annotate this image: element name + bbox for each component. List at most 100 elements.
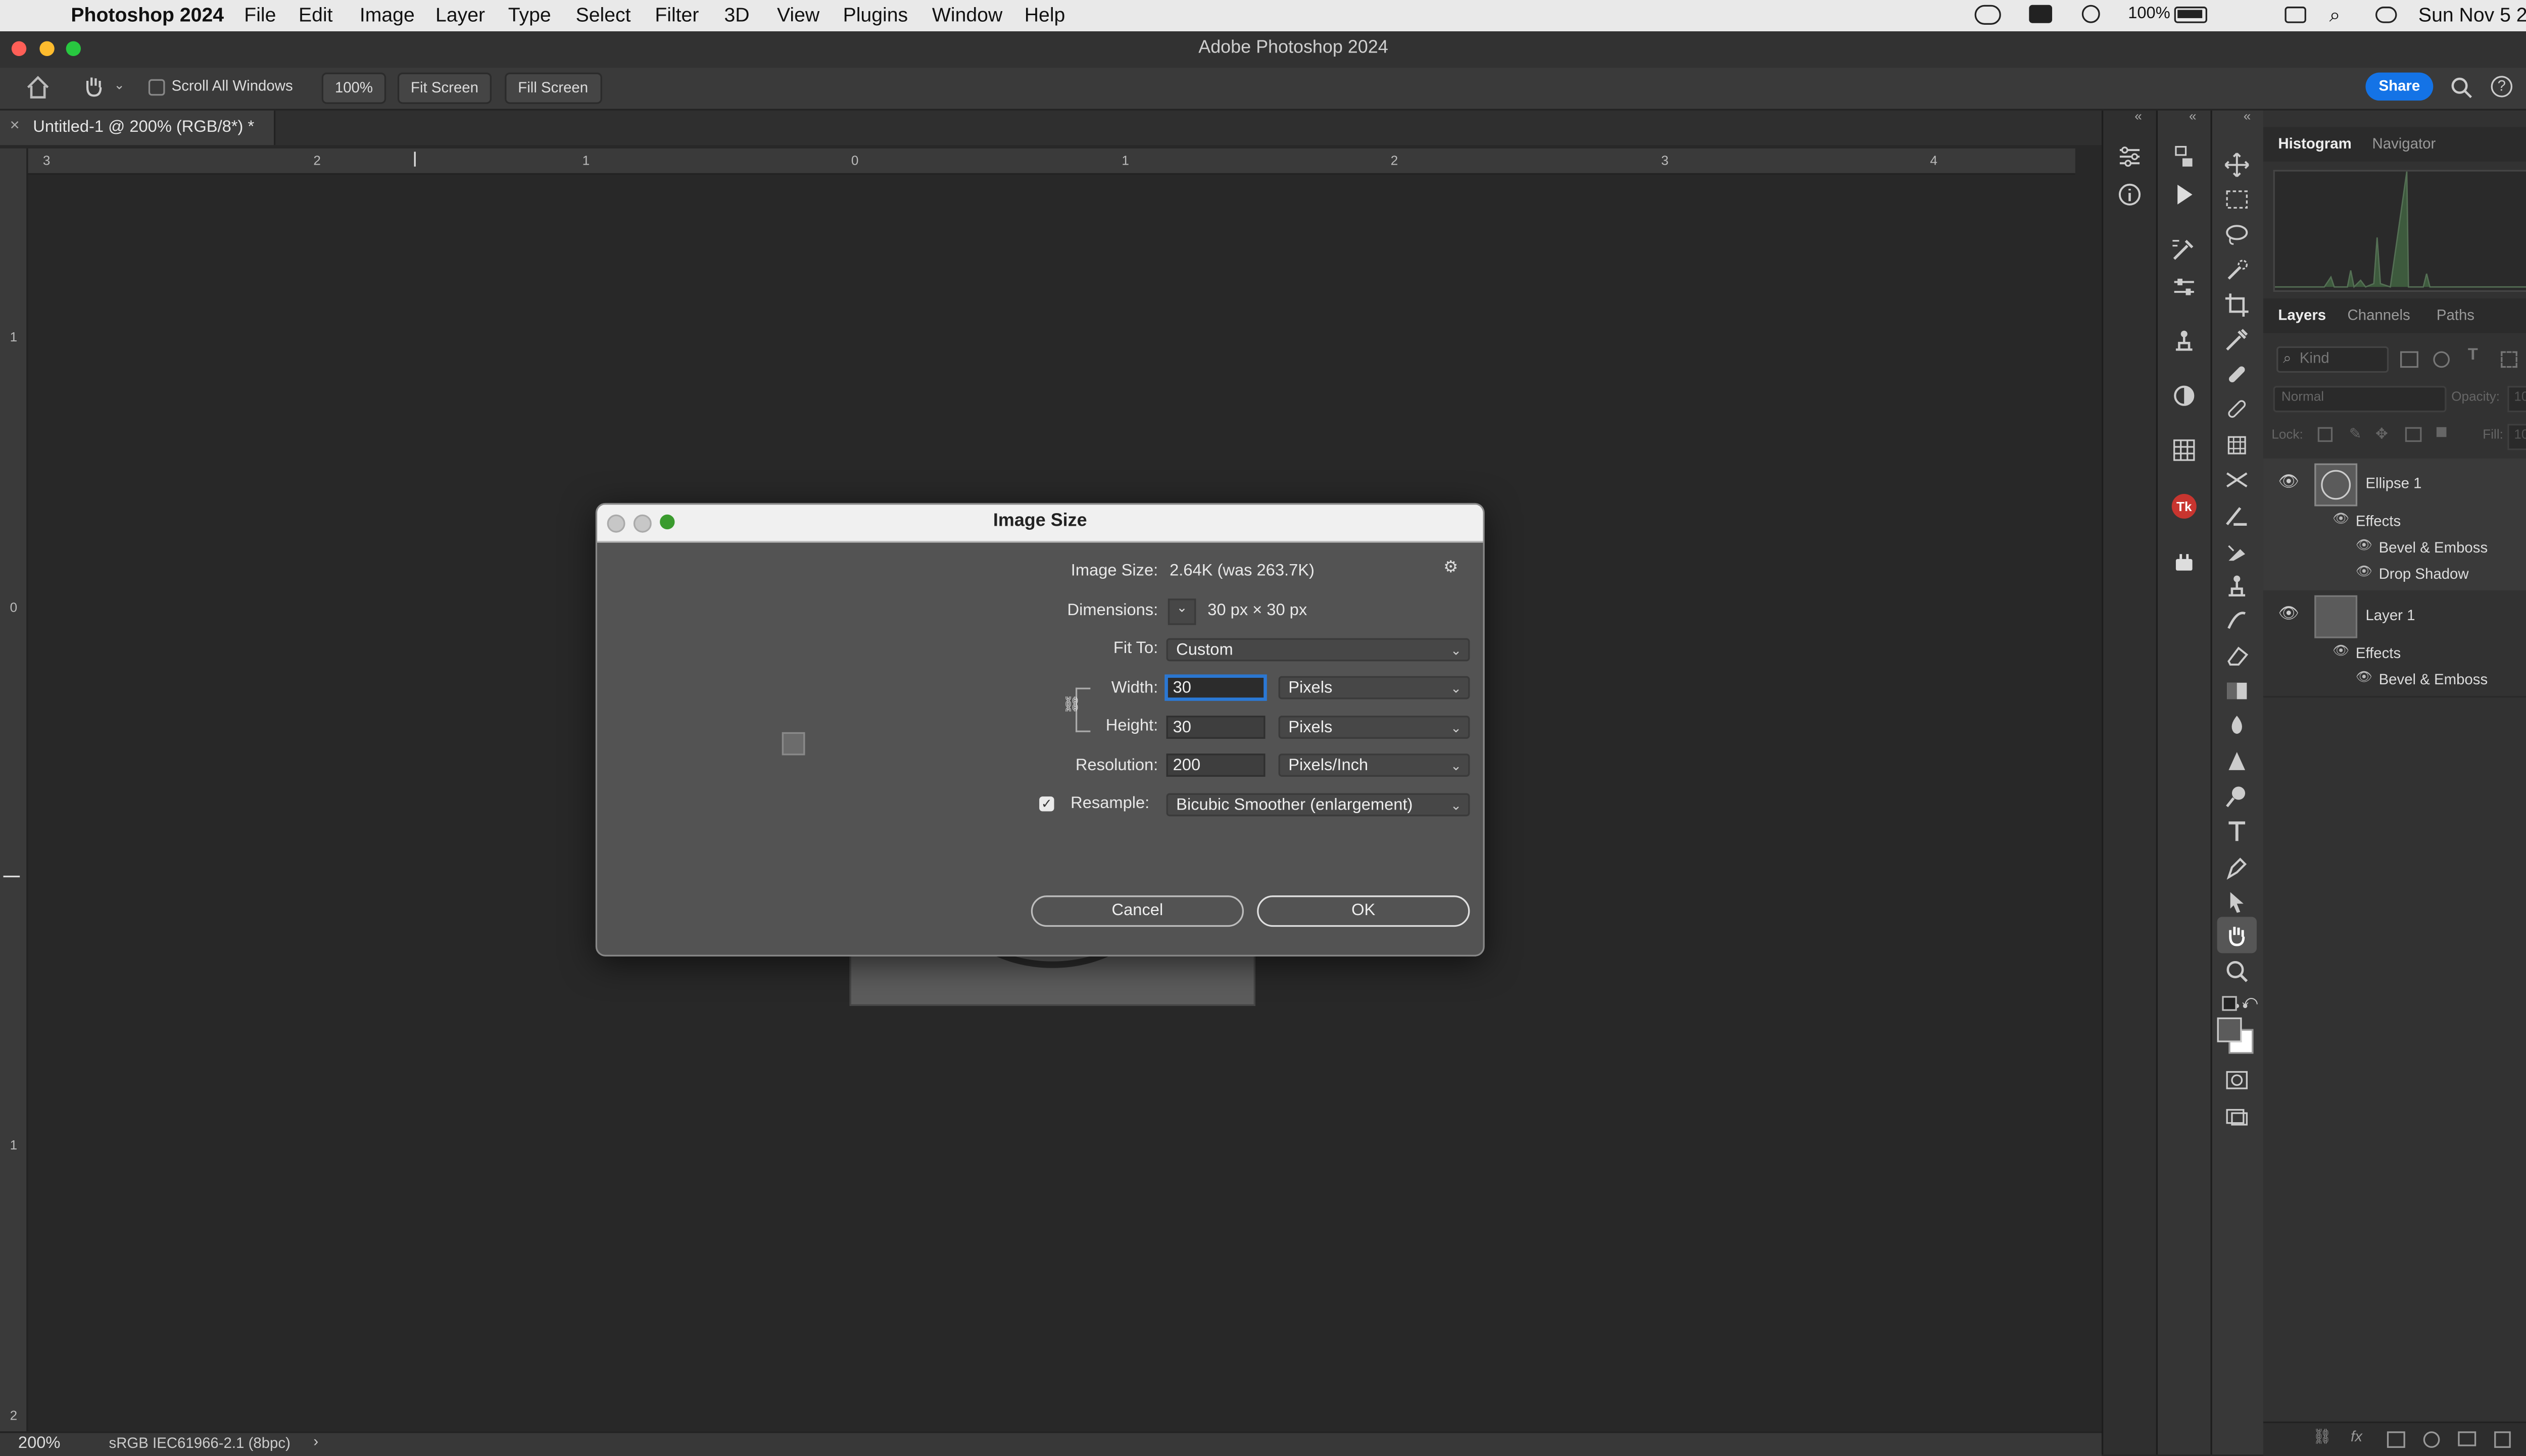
settings-gear-icon[interactable]: ⚙ bbox=[1443, 559, 1458, 577]
menu-select[interactable]: Select bbox=[576, 4, 631, 27]
width-unit-select[interactable]: Pixels ⌄ bbox=[1278, 676, 1470, 699]
plugins-panel-icon[interactable] bbox=[2171, 549, 2197, 575]
cancel-button[interactable]: Cancel bbox=[1031, 895, 1244, 927]
resample-checkbox[interactable]: ✓ bbox=[1039, 796, 1054, 812]
new-group-icon[interactable] bbox=[2458, 1431, 2476, 1446]
hand-tool-icon[interactable] bbox=[2224, 922, 2250, 948]
fill-screen-button[interactable]: Fill Screen bbox=[505, 72, 602, 104]
tab-layers[interactable]: Layers bbox=[2278, 307, 2326, 323]
hand-tool-preset-icon[interactable] bbox=[82, 74, 106, 103]
collapse-toolbar-icon[interactable]: « bbox=[2244, 109, 2251, 124]
document-tab[interactable]: × Untitled-1 @ 200% (RGB/8*) * bbox=[0, 110, 276, 145]
menu-image[interactable]: Image bbox=[360, 4, 415, 27]
layer-name[interactable]: Layer 1 bbox=[2365, 607, 2415, 624]
resolution-unit-select[interactable]: Pixels/Inch ⌄ bbox=[1278, 754, 1470, 777]
effect-bevel-emboss[interactable]: Bevel & Emboss bbox=[2379, 539, 2488, 556]
object-selection-icon[interactable] bbox=[2224, 257, 2250, 283]
link-layers-icon[interactable]: ⛓ bbox=[2313, 1428, 2331, 1446]
resolution-input[interactable]: 200 bbox=[1166, 754, 1266, 777]
creative-cloud-icon[interactable] bbox=[1974, 5, 2001, 25]
lock-image-icon[interactable]: ✎ bbox=[2349, 425, 2362, 443]
constrain-proportions-link-icon[interactable]: ⛓ bbox=[1062, 695, 1081, 716]
filter-kind-select[interactable]: ⌕ Kind bbox=[2276, 346, 2389, 373]
resample-select[interactable]: Bicubic Smoother (enlargement) ⌄ bbox=[1166, 793, 1470, 817]
effect-drop-shadow[interactable]: Drop Shadow bbox=[2379, 566, 2469, 582]
effects-eye-icon[interactable]: 👁 bbox=[2333, 643, 2349, 658]
plugin-tk-icon[interactable]: Tk bbox=[2171, 493, 2197, 519]
collapse-panels-icon[interactable]: « bbox=[2189, 109, 2197, 124]
menubar-clock[interactable]: Sun Nov 5 20:50 bbox=[2418, 4, 2526, 27]
layer-visibility-eye-icon[interactable]: 👁 bbox=[2278, 605, 2299, 623]
quick-mask-icon[interactable] bbox=[2224, 1067, 2250, 1093]
layer-visibility-eye-icon[interactable]: 👁 bbox=[2278, 473, 2299, 491]
fit-screen-button[interactable]: Fit Screen bbox=[397, 72, 492, 104]
fill-input[interactable]: 100% bbox=[2507, 424, 2526, 450]
effect-eye-icon[interactable]: 👁 bbox=[2356, 564, 2372, 579]
clone-source-icon[interactable] bbox=[2171, 328, 2197, 355]
search-icon[interactable] bbox=[2450, 76, 2473, 102]
display-icon[interactable] bbox=[2029, 5, 2053, 23]
pen-tool-icon[interactable] bbox=[2224, 854, 2250, 880]
foreground-color-swatch[interactable] bbox=[2217, 1017, 2242, 1042]
tab-navigator[interactable]: Navigator bbox=[2372, 135, 2436, 152]
menu-window[interactable]: Window bbox=[932, 4, 1002, 27]
ok-button[interactable]: OK bbox=[1257, 895, 1470, 927]
height-input[interactable]: 30 bbox=[1166, 716, 1266, 739]
tab-histogram[interactable]: Histogram bbox=[2278, 135, 2351, 152]
menu-filter[interactable]: Filter bbox=[655, 4, 699, 27]
menu-type[interactable]: Type bbox=[508, 4, 551, 27]
menu-edit[interactable]: Edit bbox=[299, 4, 333, 27]
fit-to-select[interactable]: Custom ⌄ bbox=[1166, 638, 1470, 662]
menu-layer[interactable]: Layer bbox=[435, 4, 485, 27]
paint-bucket-icon[interactable] bbox=[2224, 537, 2250, 564]
blend-mode-select[interactable]: Normal bbox=[2273, 386, 2447, 413]
control-center-icon[interactable] bbox=[2375, 7, 2397, 23]
menu-file[interactable]: File bbox=[244, 4, 276, 27]
gradient-tool-icon[interactable] bbox=[2224, 678, 2250, 704]
add-style-icon[interactable]: fx bbox=[2351, 1428, 2362, 1445]
effect-eye-icon[interactable]: 👁 bbox=[2356, 537, 2372, 552]
move-tool-icon[interactable] bbox=[2224, 152, 2250, 178]
home-icon[interactable] bbox=[26, 76, 50, 102]
close-tab-icon[interactable]: × bbox=[10, 117, 20, 135]
crop-tool-icon[interactable] bbox=[2224, 292, 2250, 318]
keyboard-icon[interactable] bbox=[2285, 7, 2306, 23]
swatches-grid-icon[interactable] bbox=[2171, 437, 2197, 463]
blur-tool-icon[interactable] bbox=[2224, 713, 2250, 739]
menu-help[interactable]: Help bbox=[1025, 4, 1065, 27]
type-tool-icon[interactable] bbox=[2224, 818, 2250, 844]
history-icon[interactable] bbox=[2171, 143, 2197, 170]
collapse-panels-icon[interactable]: « bbox=[2134, 109, 2142, 124]
art-history-brush-icon[interactable] bbox=[2224, 607, 2250, 633]
new-layer-icon[interactable] bbox=[2494, 1431, 2511, 1448]
time-machine-icon[interactable] bbox=[2081, 5, 2100, 23]
lock-all-icon[interactable] bbox=[2436, 427, 2447, 437]
default-colors-icon[interactable] bbox=[2222, 996, 2237, 1011]
opacity-input[interactable]: 100% bbox=[2507, 386, 2526, 413]
status-zoom[interactable]: 200% bbox=[18, 1435, 61, 1453]
lasso-tool-icon[interactable] bbox=[2224, 221, 2250, 247]
scroll-all-windows-checkbox[interactable] bbox=[148, 79, 165, 96]
brush-tool-icon[interactable] bbox=[2224, 396, 2250, 422]
swap-colors-icon[interactable]: ⤺ bbox=[2242, 993, 2258, 1011]
width-input[interactable]: 30 bbox=[1166, 676, 1266, 699]
brushes-icon[interactable] bbox=[2171, 236, 2197, 262]
menu-plugins[interactable]: Plugins bbox=[843, 4, 908, 27]
actions-play-icon[interactable] bbox=[2171, 181, 2197, 208]
zoom-100-button[interactable]: 100% bbox=[321, 72, 386, 104]
layer-row-layer-1[interactable]: 👁 Layer 1 fx ⌃ 👁 Effects 👁 Bevel & Embos… bbox=[2263, 590, 2526, 698]
brush-settings-icon[interactable] bbox=[2171, 274, 2197, 300]
spot-healing-brush-icon[interactable] bbox=[2224, 361, 2250, 387]
lock-artboard-icon[interactable] bbox=[2405, 427, 2422, 442]
menu-app-name[interactable]: Photoshop 2024 bbox=[71, 4, 224, 27]
history-brush-icon[interactable] bbox=[2224, 467, 2250, 493]
horizontal-ruler[interactable]: 3 2 1 0 1 2 3 4 bbox=[28, 148, 2075, 175]
effect-bevel-emboss[interactable]: Bevel & Emboss bbox=[2379, 671, 2488, 688]
lock-position-icon[interactable]: ✥ bbox=[2375, 425, 2388, 443]
zoom-tool-icon[interactable] bbox=[2224, 958, 2250, 984]
spotlight-search-icon[interactable]: ⌕ bbox=[2329, 4, 2341, 28]
layer-name[interactable]: Ellipse 1 bbox=[2365, 475, 2421, 491]
tab-channels[interactable]: Channels bbox=[2348, 307, 2410, 323]
info-icon[interactable] bbox=[2116, 181, 2143, 208]
menu-view[interactable]: View bbox=[777, 4, 819, 27]
